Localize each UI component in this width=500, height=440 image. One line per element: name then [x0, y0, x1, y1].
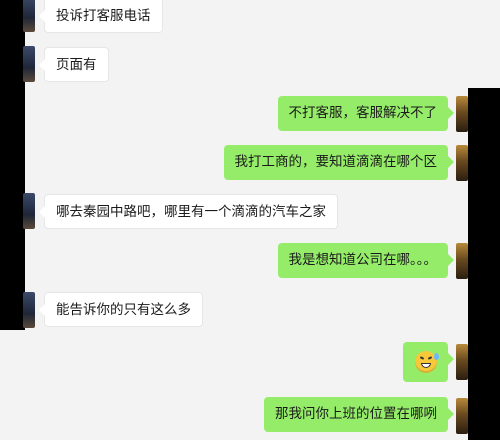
redaction-bar-right — [468, 88, 500, 440]
message-text: 能告诉你的只有这么多 — [56, 302, 191, 318]
message-bubble-outgoing[interactable]: 我打工商的，要知道滴滴在哪个区 — [223, 145, 454, 180]
message-bubble-outgoing[interactable]: 不打客服，客服解决不了 — [277, 96, 454, 131]
message-bubble-outgoing[interactable]: 我是想知道公司在哪。。。 — [277, 243, 454, 278]
message-text: 不打客服，客服解决不了 — [288, 105, 438, 121]
avatar[interactable] — [23, 46, 35, 82]
message-bubble-incoming[interactable]: 投诉打客服电话 — [39, 0, 163, 33]
message-text: 我是想知道公司在哪。。。 — [288, 252, 438, 268]
avatar[interactable] — [456, 243, 468, 279]
avatar[interactable] — [23, 0, 35, 32]
message-text: 那我问你上班的位置在哪咧 — [275, 406, 437, 422]
message-bubble-incoming[interactable]: 哪去秦园中路吧，哪里有一个滴滴的汽车之家 — [39, 194, 338, 229]
avatar[interactable] — [23, 292, 35, 328]
avatar[interactable] — [456, 344, 468, 380]
redaction-bar-left — [0, 0, 25, 330]
message-bubble-outgoing[interactable]: 那我问你上班的位置在哪咧 — [264, 397, 454, 432]
message-text: 页面有 — [56, 57, 97, 73]
avatar[interactable] — [456, 145, 468, 181]
message-bubble-incoming[interactable]: 页面有 — [39, 47, 109, 82]
avatar[interactable] — [456, 398, 468, 434]
sweat-smile-emoji-icon — [414, 351, 439, 373]
message-bubble-incoming[interactable]: 能告诉你的只有这么多 — [39, 292, 203, 327]
message-text: 我打工商的，要知道滴滴在哪个区 — [234, 154, 438, 170]
avatar[interactable] — [23, 193, 35, 229]
message-text: 哪去秦园中路吧，哪里有一个滴滴的汽车之家 — [56, 204, 326, 220]
avatar[interactable] — [456, 96, 468, 132]
message-text: 投诉打客服电话 — [56, 8, 151, 24]
message-bubble-outgoing[interactable] — [403, 342, 454, 382]
